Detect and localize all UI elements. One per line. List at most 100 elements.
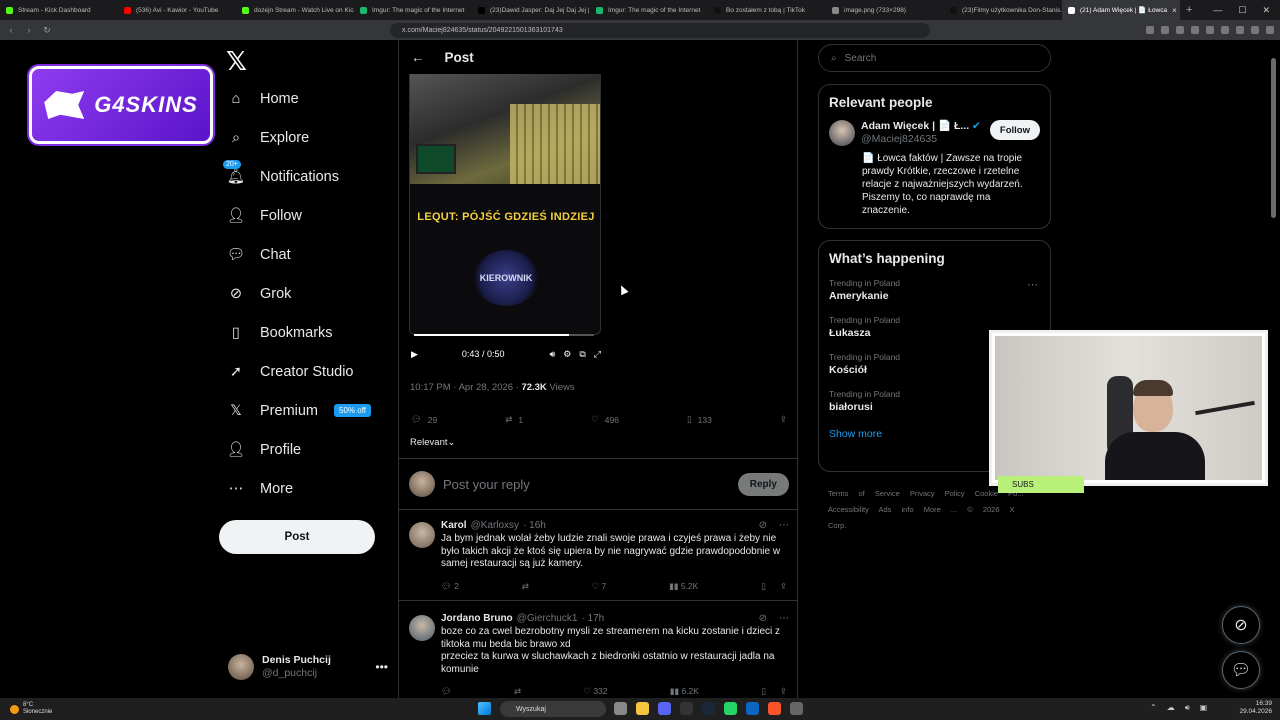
bookmark-action[interactable]: ▯ 133: [687, 414, 712, 425]
maximize-icon[interactable]: ☐: [1238, 5, 1246, 16]
close-icon[interactable]: ✕: [1262, 5, 1270, 16]
views-action[interactable]: ▮▮ 5.2K: [669, 581, 698, 592]
reload-icon[interactable]: ↻: [42, 25, 52, 36]
like-action[interactable]: ♡ 332: [583, 686, 607, 697]
more-icon[interactable]: ⋯: [779, 613, 789, 624]
clock[interactable]: 16:39 29.04.2026: [1239, 700, 1272, 716]
taskbar-search[interactable]: Wyszukaj: [500, 701, 606, 717]
browser-tab[interactable]: (23)Dawid Jasper: Daj Jej Daj Jej |: [472, 0, 590, 20]
share-icon[interactable]: ⇪: [780, 581, 787, 592]
taskbar-apps[interactable]: [614, 702, 803, 715]
views-action[interactable]: ▮▮ 6.2K: [670, 686, 699, 697]
browser-tab[interactable]: Bo zostałem z tobą | TikTok: [708, 0, 826, 20]
grok-icon[interactable]: ⊘: [759, 613, 767, 624]
sidebar-item-home[interactable]: ⌂ Home: [226, 79, 371, 118]
brave-icon[interactable]: [768, 702, 781, 715]
forward-icon[interactable]: ›: [24, 25, 34, 35]
repost-action[interactable]: ⇄ 1: [505, 414, 523, 425]
like-action[interactable]: ♡ 496: [591, 414, 619, 425]
sidebar-item-creator-studio[interactable]: ➚ Creator Studio: [226, 352, 371, 391]
discord-icon[interactable]: [658, 702, 671, 715]
grok-fab-button[interactable]: ⊘: [1222, 606, 1260, 644]
reply-action[interactable]: 💬︎ 2: [441, 581, 459, 592]
browser-tab[interactable]: image.png (733×298): [826, 0, 944, 20]
follow-button[interactable]: Follow: [989, 120, 1040, 140]
like-action[interactable]: ♡ 7: [592, 581, 607, 592]
account-switcher[interactable]: Denis Puchcij @d_puchcij •••: [228, 650, 388, 684]
sidebar-item-premium[interactable]: 𝕏 Premium 50% off: [226, 391, 371, 430]
sort-dropdown[interactable]: Relevant⌄: [410, 437, 455, 448]
scrollbar[interactable]: [1271, 58, 1276, 218]
volume-icon[interactable]: 🔊︎: [550, 349, 556, 360]
browser-tab[interactable]: (536) Avi - Kawior - YouTube: [118, 0, 236, 20]
url-field[interactable]: x.com/Maciej824635/status/20492215013631…: [390, 22, 930, 38]
back-icon[interactable]: ‹: [6, 25, 16, 35]
reply-action[interactable]: 💬︎ 29: [411, 414, 437, 425]
terminal-icon[interactable]: [680, 702, 693, 715]
task-view-icon[interactable]: [614, 702, 627, 715]
chat-fab-button[interactable]: 💬︎: [1222, 651, 1260, 689]
sidebar-item-more[interactable]: ⋯ More: [226, 469, 371, 508]
repost-icon[interactable]: ⇄: [522, 581, 529, 592]
bookmark-icon[interactable]: ▯: [761, 686, 766, 697]
person-row[interactable]: Adam Więcek | 📄 Ł... ✔ @Maciej824635 Fol…: [819, 116, 1050, 150]
new-tab-icon[interactable]: +: [1180, 4, 1198, 16]
grok-icon[interactable]: ⊘: [759, 520, 767, 531]
sidebar-nav: ⌂ Home ⌕ Explore 🔔︎ 20+ Notifications 👤︎ Follow 💬…: [223, 79, 371, 508]
x-logo[interactable]: 𝕏: [226, 46, 247, 77]
whatsapp-icon[interactable]: [724, 702, 737, 715]
reply-input[interactable]: Post your reply: [443, 477, 530, 492]
sidebar-item-chat[interactable]: 💬︎ Chat: [226, 235, 371, 274]
system-tray[interactable]: ⌃ ☁ 🔊︎ ▣: [1150, 703, 1207, 713]
browser-tab[interactable]: Stream - Kick Dashboard: [0, 0, 118, 20]
share-action[interactable]: ⇪: [780, 414, 787, 425]
fullscreen-icon[interactable]: ⤢: [594, 349, 601, 360]
footer-links[interactable]: Terms of Service Privacy Policy Cookie P…: [828, 486, 1043, 534]
start-button[interactable]: [478, 702, 491, 715]
play-icon[interactable]: ▶: [411, 349, 418, 360]
search-input[interactable]: ⌕ Search: [818, 44, 1051, 72]
sidebar-item-profile[interactable]: 👤︎ Profile: [226, 430, 371, 469]
video-progress-bar[interactable]: [414, 334, 594, 336]
sidebar-item-explore[interactable]: ⌕ Explore: [226, 118, 371, 157]
post-timestamp: 10:17 PM · Apr 28, 2026 ·: [410, 382, 522, 393]
minimize-icon[interactable]: —: [1213, 5, 1222, 16]
sidebar-item-notifications[interactable]: 🔔︎ 20+ Notifications: [223, 157, 371, 196]
sidebar-item-bookmarks[interactable]: ▯ Bookmarks: [226, 313, 371, 352]
weather-widget[interactable]: 8°C Słonecznie: [0, 702, 52, 716]
extensions-toolbar[interactable]: [1146, 26, 1274, 34]
post-button[interactable]: Post: [219, 520, 375, 554]
browser-tab[interactable]: Imgur: The magic of the Internet: [354, 0, 472, 20]
bookmark-icon[interactable]: ▯: [761, 581, 766, 592]
post-meta: 10:17 PM · Apr 28, 2026 · 72.3K Views: [410, 382, 575, 393]
app-icon[interactable]: [746, 702, 759, 715]
share-icon[interactable]: ⇪: [780, 686, 787, 697]
tab-label: Bo zostałem z tobą | TikTok: [726, 6, 805, 14]
browser-tab[interactable]: (23)Filmy użytkownika Don-Stanis...: [944, 0, 1062, 20]
sidebar-item-follow[interactable]: 👤︎ Follow: [226, 196, 371, 235]
reply-button[interactable]: Reply: [737, 472, 789, 496]
more-icon[interactable]: ⋯: [779, 520, 789, 531]
settings-icon[interactable]: ⚙: [563, 349, 571, 360]
browser-tab[interactable]: (21) Adam Więcek | 📄 Łowca ×: [1062, 0, 1180, 20]
trend-item[interactable]: Trending in Poland Amerykanie ⋯: [819, 272, 1050, 309]
settings-icon[interactable]: [790, 702, 803, 715]
window-controls[interactable]: — ☐ ✕: [1213, 5, 1280, 16]
reply-author-name[interactable]: Karol: [441, 520, 467, 531]
reply-item[interactable]: Karol @Karloxsy · 16h ⊘ ⋯ Ja bym jednak wolał…: [399, 512, 797, 601]
video-player[interactable]: LEQUT: PÓJŚĆ GDZIEŚ INDZIEJ KIEROWNIK: [409, 74, 601, 335]
reply-author-name[interactable]: Jordano Bruno: [441, 613, 513, 624]
reply-item[interactable]: Jordano Bruno @Gierchuck1 · 17h ⊘ ⋯ boze co z…: [399, 605, 797, 706]
steam-icon[interactable]: [702, 702, 715, 715]
reply-action[interactable]: 💬︎: [441, 686, 452, 697]
close-tab-icon[interactable]: ×: [1172, 6, 1177, 15]
repost-icon[interactable]: ⇄: [514, 686, 521, 697]
browser-tab[interactable]: dozejn Stream - Watch Live on Kick: [236, 0, 354, 20]
sidebar-item-grok[interactable]: ⊘ Grok: [226, 274, 371, 313]
more-icon[interactable]: •••: [375, 660, 388, 674]
pip-icon[interactable]: ⧉: [579, 349, 585, 360]
back-arrow-icon[interactable]: ←: [411, 50, 425, 65]
browser-tab[interactable]: Imgur: The magic of the Internet: [590, 0, 708, 20]
file-explorer-icon[interactable]: [636, 702, 649, 715]
more-icon[interactable]: ⋯: [1027, 278, 1038, 291]
